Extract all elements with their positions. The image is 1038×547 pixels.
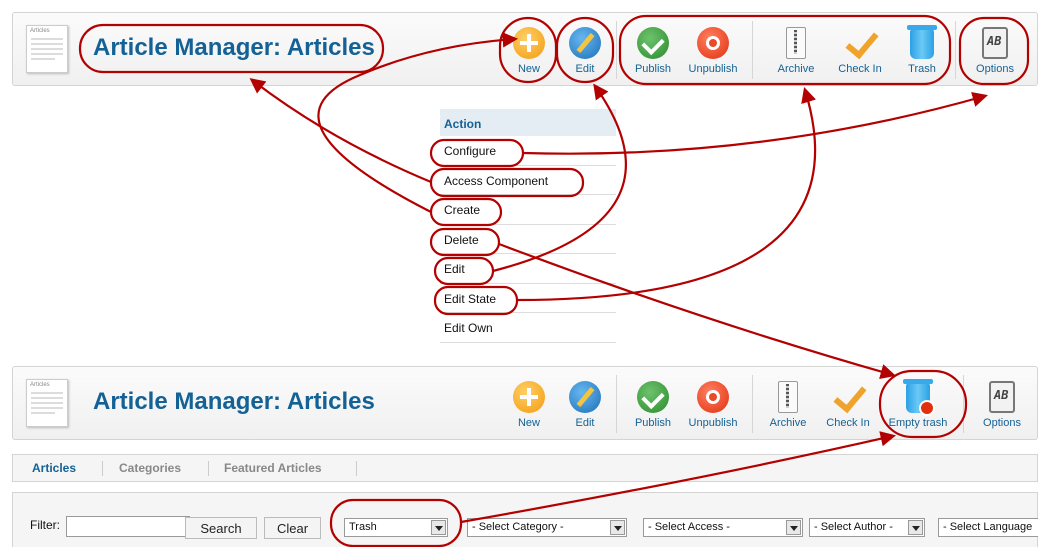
permissions-action-table: Action Configure Access Component Create… <box>440 109 616 343</box>
unpublish-icon <box>697 381 729 413</box>
tab-articles[interactable]: Articles <box>32 461 76 475</box>
toolbar-top: Articles Article Manager: Articles New E… <box>12 12 1038 86</box>
publish-button[interactable]: Publish <box>621 377 685 431</box>
publish-button[interactable]: Publish <box>621 23 685 77</box>
archive-button[interactable]: Archive <box>756 377 820 431</box>
check-in-icon <box>844 27 876 59</box>
new-button[interactable]: New <box>497 377 561 431</box>
action-create: Create <box>440 195 616 225</box>
articles-document-icon: Articles <box>26 379 68 427</box>
access-select[interactable]: - Select Access - <box>643 518 803 537</box>
arrow-access-title <box>249 78 432 184</box>
author-select[interactable]: - Select Author - <box>809 518 925 537</box>
tab-featured-articles[interactable]: Featured Articles <box>224 461 322 475</box>
action-edit-state: Edit State <box>440 284 616 313</box>
plus-circle-icon <box>513 381 545 413</box>
options-icon: AB <box>989 381 1015 413</box>
page-title: Article Manager: Articles <box>93 388 375 415</box>
check-in-icon <box>832 381 864 413</box>
toolbar-bottom: Articles Article Manager: Articles New E… <box>12 366 1038 440</box>
check-in-button[interactable]: Check In <box>816 377 880 431</box>
submenu-tabs: Articles Categories Featured Articles <box>12 454 1038 482</box>
action-edit: Edit <box>440 254 616 284</box>
search-button[interactable]: Search <box>185 517 257 539</box>
archive-button[interactable]: Archive <box>764 23 828 77</box>
status-select[interactable]: Trash <box>344 518 448 537</box>
edit-button[interactable]: Edit <box>553 23 617 77</box>
filter-bar: Filter: Search Clear Trash - Select Cate… <box>12 492 1038 547</box>
action-edit-own: Edit Own <box>440 313 616 343</box>
chevron-down-icon <box>431 520 446 535</box>
tab-categories[interactable]: Categories <box>119 461 181 475</box>
options-button[interactable]: AB Options <box>963 23 1027 77</box>
check-in-button[interactable]: Check In <box>828 23 892 77</box>
unpublish-button[interactable]: Unpublish <box>681 23 745 77</box>
page-title: Article Manager: Articles <box>93 34 375 61</box>
options-icon: AB <box>982 27 1008 59</box>
checkmark-icon <box>637 27 669 59</box>
filter-label: Filter: <box>30 518 60 532</box>
empty-trash-icon <box>903 379 935 416</box>
plus-circle-icon <box>513 27 545 59</box>
edit-button[interactable]: Edit <box>553 377 617 431</box>
new-button[interactable]: New <box>497 23 561 77</box>
clear-button[interactable]: Clear <box>264 517 321 539</box>
pencil-icon <box>569 381 601 413</box>
trash-icon <box>907 25 937 59</box>
chevron-down-icon <box>610 520 625 535</box>
archive-icon <box>778 381 798 413</box>
action-header: Action <box>440 109 616 136</box>
checkmark-icon <box>637 381 669 413</box>
action-delete: Delete <box>440 225 616 254</box>
category-select[interactable]: - Select Category - <box>467 518 627 537</box>
options-button[interactable]: AB Options <box>970 377 1034 431</box>
archive-icon <box>786 27 806 59</box>
chevron-down-icon <box>786 520 801 535</box>
unpublish-icon <box>697 27 729 59</box>
pencil-icon <box>569 27 601 59</box>
chevron-down-icon <box>908 520 923 535</box>
filter-search-input[interactable] <box>66 516 190 537</box>
unpublish-button[interactable]: Unpublish <box>681 377 745 431</box>
action-access-component: Access Component <box>440 166 616 195</box>
trash-button[interactable]: Trash <box>890 23 954 77</box>
articles-document-icon: Articles <box>26 25 68 73</box>
language-select[interactable]: - Select Language <box>938 518 1038 537</box>
empty-trash-button[interactable]: Empty trash <box>886 377 950 431</box>
action-configure: Configure <box>440 136 616 166</box>
